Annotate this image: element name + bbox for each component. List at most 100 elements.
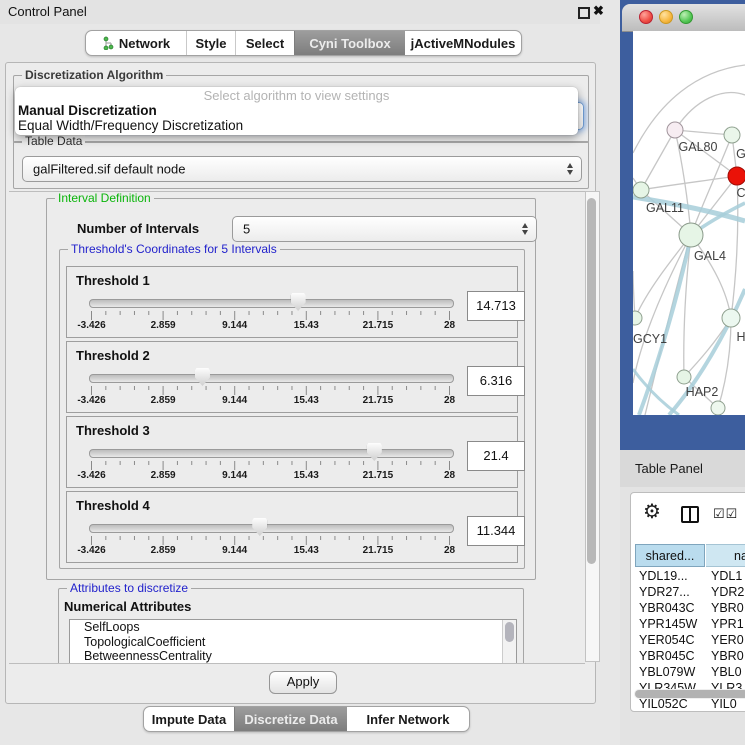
attribute-list-item[interactable]: TopologicalCoefficient [70,635,516,650]
network-node[interactable] [677,370,691,384]
table-row[interactable]: YDR27...YDR2 [631,584,745,600]
slider-thumb[interactable] [252,518,267,536]
zoom-window-icon[interactable] [679,10,693,24]
slider-scale-label: 28 [444,395,455,406]
checkbox-icons[interactable]: ☑☑ [713,506,738,522]
network-node[interactable] [722,309,740,327]
slider-ticks [89,311,452,322]
network-node[interactable] [633,311,642,325]
tab-impute-data[interactable]: Impute Data [144,707,234,731]
network-window-titlebar [622,4,745,32]
table-panel-body: ⚙ ☑☑ shared... na YDL19... YDL1YDR27...YD… [620,487,745,745]
slider-thumb[interactable] [291,293,306,311]
table-panel-title: Table Panel [635,461,703,476]
algorithm-prompt: Select algorithm to view settings [15,87,578,103]
split-column-icon[interactable] [681,506,699,523]
table-row[interactable]: YER054CYER0 [631,632,745,648]
threshold-value-field[interactable]: 11.344 [467,516,525,546]
table-row[interactable]: YDL19... YDL1 [631,568,745,584]
slider-scale-label: 21.715 [363,395,394,406]
vertical-scrollbar[interactable] [585,191,600,662]
slider-track[interactable] [89,449,454,458]
slider-thumb[interactable] [367,443,382,461]
threshold-panel: Threshold 3-3.4262.8599.14415.4321.71528… [66,416,518,488]
attribute-list-item[interactable]: BetweennessCentrality [70,649,516,664]
slider-ticks [89,386,452,397]
network-node[interactable] [711,401,725,415]
cell-name: YDL1 [711,569,742,583]
tab-style[interactable]: Style [186,31,235,55]
gear-icon[interactable]: ⚙ [643,499,661,524]
slider-scale-label: 28 [444,320,455,331]
network-node-label: G [736,147,745,161]
tab-discretize-data[interactable]: Discretize Data [234,707,347,731]
algorithm-option[interactable]: Manual Discretization [15,103,578,118]
network-node[interactable] [724,127,740,143]
scrollbar-thumb[interactable] [587,198,596,564]
network-node[interactable] [633,182,649,198]
apply-button[interactable]: Apply [269,671,337,694]
attribute-list-item[interactable]: SelfLoops [70,620,516,635]
tab-cyni-toolbox[interactable]: Cyni Toolbox [294,31,405,55]
stepper-icon[interactable] [522,223,528,235]
slider-scale-label: 28 [444,470,455,481]
tab-network[interactable]: Network [86,31,186,55]
slider-track[interactable] [89,524,454,533]
stepper-icon[interactable] [567,163,573,175]
slider-thumb[interactable] [195,368,210,386]
cell-shared-name: YBR045C [639,649,695,663]
number-of-intervals-combobox[interactable]: 5 [232,216,537,242]
bottom-tab-bar: Impute DataDiscretize DataInfer Network [143,706,470,732]
threshold-label: Threshold 2 [76,348,150,363]
tab-label: Select [246,36,284,51]
algorithm-option[interactable]: Equal Width/Frequency Discretization [15,118,578,133]
close-window-icon[interactable] [639,10,653,24]
minimize-window-icon[interactable] [659,10,673,24]
horizontal-scrollbar[interactable] [634,689,745,699]
slider-scale-label: 21.715 [363,320,394,331]
table-row[interactable]: YBR045CYBR0 [631,648,745,664]
column-header-name[interactable]: na [706,544,745,567]
slider-track[interactable] [89,374,454,383]
threshold-panel: Threshold 1-3.4262.8599.14415.4321.71528… [66,266,518,338]
slider-ticks [89,461,452,472]
table-row[interactable]: YPR145WYPR1 [631,616,745,632]
cell-shared-name: YDL19... [639,569,688,583]
close-icon[interactable]: ✖ [593,3,604,19]
threshold-label: Threshold 3 [76,423,150,438]
slider-scale-label: 9.144 [222,320,247,331]
cell-shared-name: YBL079W [639,665,695,679]
table-data-group: Table Data galFiltered.sif default node [13,141,589,189]
list-scrollbar[interactable] [502,620,516,664]
threshold-value-field[interactable]: 21.4 [467,441,525,471]
slider-track[interactable] [89,299,454,308]
float-icon[interactable] [578,7,590,19]
numerical-attributes-list[interactable]: SelfLoopsTopologicalCoefficientBetweenne… [69,619,517,664]
threshold-value-field[interactable]: 14.713 [467,291,525,321]
number-of-intervals-value: 5 [243,222,250,237]
table-panel-titlebar: Table Panel [620,450,745,488]
number-of-intervals-label: Number of Intervals [77,221,199,236]
threshold-value-field[interactable]: 6.316 [467,366,525,396]
tab-infer-network[interactable]: Infer Network [347,707,469,731]
network-node-label: H [736,330,745,344]
network-view-canvas[interactable]: GAL80GCGAL11GAL4GCY1HHAP2 [633,31,745,415]
right-region: GAL80GCGAL11GAL4GCY1HHAP2 Table Panel ⚙ … [620,0,745,745]
network-node[interactable] [728,167,745,185]
network-node-label: GCY1 [633,332,667,346]
tab-select[interactable]: Select [235,31,294,55]
algorithm-dropdown-popup: Select algorithm to view settings Manual… [15,87,578,135]
scrollbar-thumb[interactable] [635,690,745,698]
table-row[interactable]: YBR043CYBR0 [631,600,745,616]
network-graph: GAL80GCGAL11GAL4GCY1HHAP2 [633,31,745,415]
tab-jactivemnodules[interactable]: jActiveMNodules [405,31,521,55]
cell-name: YBL0 [711,665,742,679]
network-node[interactable] [667,122,683,138]
threshold-label: Threshold 1 [76,273,150,288]
table-data-combobox[interactable]: galFiltered.sif default node [22,156,582,182]
column-header-shared[interactable]: shared... [635,544,705,567]
table-data-value: galFiltered.sif default node [33,162,185,177]
network-node[interactable] [679,223,703,247]
network-node-label: C [736,186,745,200]
table-row[interactable]: YBL079W YBL0 [631,664,745,680]
